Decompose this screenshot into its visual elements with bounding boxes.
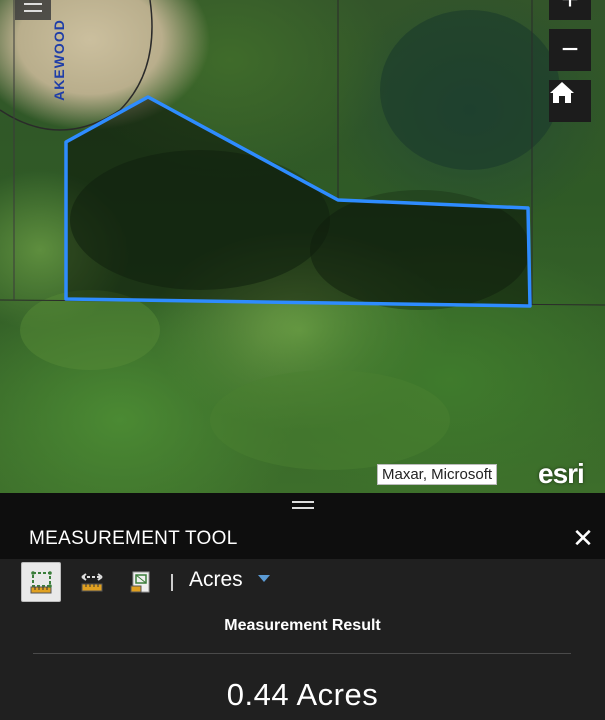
- location-measure-icon: [130, 571, 150, 593]
- area-measure-icon: [30, 571, 52, 594]
- minus-icon: −: [561, 33, 579, 66]
- toolbar-separator: [171, 574, 173, 591]
- zoom-out-button[interactable]: −: [549, 29, 591, 71]
- map-view[interactable]: AKEWOOD + − Maxar, Microsoft esri: [0, 0, 605, 493]
- measurement-panel: MEASUREMENT TOOL ✕ Acres Measurement Res…: [0, 493, 605, 720]
- map-attribution: Maxar, Microsoft: [377, 464, 498, 485]
- home-icon: [550, 82, 574, 103]
- close-icon: ✕: [572, 523, 594, 553]
- map-overlay: [0, 0, 605, 470]
- home-button[interactable]: [549, 80, 591, 122]
- road-label-text: AKEWOOD: [51, 19, 68, 101]
- result-value: 0.44 Acres: [226, 677, 379, 712]
- location-tool-button[interactable]: [121, 562, 161, 602]
- measurement-toolbar: Acres: [0, 559, 605, 609]
- panel-title: MEASUREMENT TOOL: [29, 528, 238, 549]
- unit-select[interactable]: Acres: [189, 568, 243, 592]
- close-button[interactable]: ✕: [568, 523, 598, 553]
- plus-icon: +: [561, 0, 579, 15]
- distance-tool-button[interactable]: [72, 562, 112, 602]
- result-title: Measurement Result: [224, 617, 381, 634]
- area-tool-button[interactable]: [21, 562, 61, 602]
- panel-resize-handle[interactable]: [0, 493, 605, 517]
- distance-measure-icon: [81, 573, 103, 592]
- result-divider: [33, 653, 571, 654]
- esri-logo: esri: [538, 458, 585, 489]
- chevron-down-icon[interactable]: [258, 575, 270, 582]
- grip-icon: [291, 501, 314, 509]
- zoom-in-button[interactable]: +: [549, 0, 591, 20]
- panel-header: MEASUREMENT TOOL ✕: [0, 517, 605, 559]
- map-menu-button[interactable]: [15, 0, 51, 20]
- road-label: AKEWOOD: [49, 8, 69, 112]
